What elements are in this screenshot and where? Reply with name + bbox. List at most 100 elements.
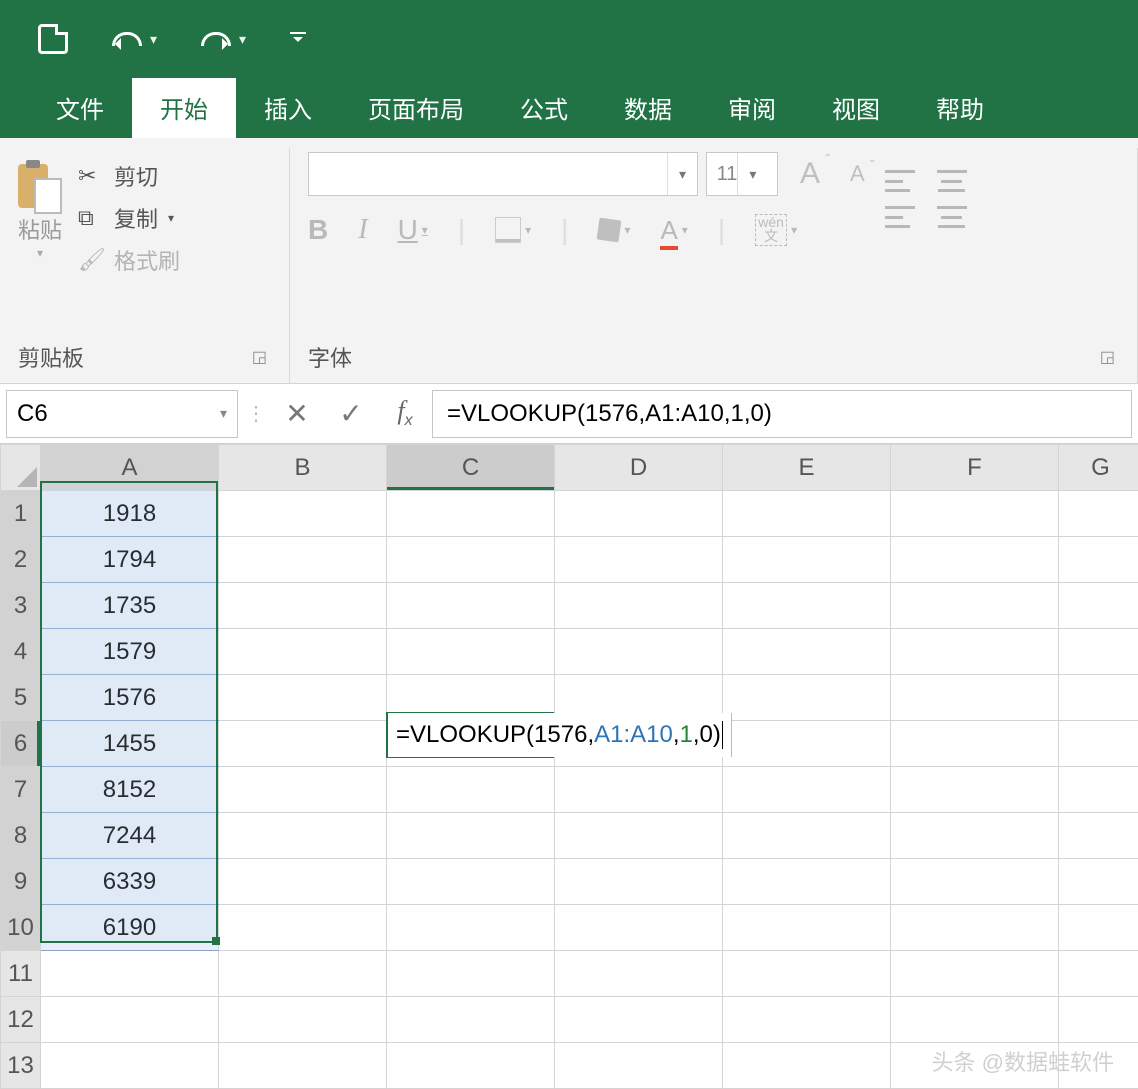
font-launcher-icon[interactable]: ◲ [1100,347,1119,367]
paste-button[interactable]: 粘贴 ▾ [18,152,68,333]
row-header[interactable]: 2 [1,537,41,583]
column-headers: A B C D E F G [1,445,1138,491]
cell-editor[interactable]: =VLOOKUP(1576,A1:A10,1,0) [388,713,732,757]
underline-button[interactable]: U▾ [398,214,428,246]
tab-page-layout[interactable]: 页面布局 [340,78,492,138]
paste-icon [18,158,62,214]
fill-color-button[interactable]: ▾ [598,219,630,241]
col-header-E[interactable]: E [723,445,891,491]
italic-button[interactable]: I [358,214,367,246]
edit-text: , [673,721,680,749]
formula-bar-grip[interactable]: ⋮ [242,401,270,426]
col-header-A[interactable]: A [41,445,219,491]
font-size-combo[interactable]: 11 ▾ [706,152,778,196]
cell[interactable]: 1579 [41,629,219,675]
row-header[interactable]: 11 [1,951,41,997]
tab-help[interactable]: 帮助 [908,78,1012,138]
increase-font-button[interactable]: A [800,157,820,191]
undo-button[interactable]: ▾ [112,31,157,48]
phonetic-button[interactable]: wén 文▾ [755,214,797,246]
row-header[interactable]: 5 [1,675,41,721]
row-header[interactable]: 7 [1,767,41,813]
select-all-corner[interactable] [1,445,41,491]
copy-dropdown-icon[interactable]: ▾ [168,211,174,225]
col-header-C[interactable]: C [387,445,555,491]
cell[interactable]: 8152 [41,767,219,813]
tab-review[interactable]: 审阅 [700,78,804,138]
scissors-icon: ✂ [78,163,104,189]
brush-icon: 🖌 [78,247,104,273]
row-header[interactable]: 1 [1,491,41,537]
col-header-F[interactable]: F [891,445,1059,491]
alignment-buttons [865,152,967,333]
row-header[interactable]: 3 [1,583,41,629]
align-left-button[interactable] [885,206,915,228]
col-header-D[interactable]: D [555,445,723,491]
save-button[interactable] [38,24,68,54]
font-name-combo[interactable]: ▾ [308,152,698,196]
row-header[interactable]: 13 [1,1043,41,1089]
decrease-font-button[interactable]: A [850,161,865,187]
formula-input[interactable]: =VLOOKUP(1576,A1:A10,1,0) [432,390,1132,438]
col-header-G[interactable]: G [1059,445,1138,491]
border-button[interactable]: ▾ [495,217,531,243]
align-middle-button[interactable] [937,170,967,192]
tab-data[interactable]: 数据 [596,78,700,138]
chevron-down-icon[interactable]: ▾ [737,153,767,195]
cut-label: 剪切 [114,160,158,192]
tab-view[interactable]: 视图 [804,78,908,138]
name-box-value: C6 [17,400,48,428]
align-center-button[interactable] [937,206,967,228]
copy-label: 复制 [114,202,158,234]
edit-ref: A1:A10 [594,721,673,749]
bold-button[interactable]: B [308,214,328,246]
group-clipboard-label: 剪贴板 [18,341,84,373]
chevron-down-icon[interactable]: ▾ [667,153,697,195]
cell[interactable]: 6190 [41,905,219,951]
copy-button[interactable]: ⧉ 复制 ▾ [78,202,180,234]
text-cursor [722,721,723,749]
paste-label: 粘贴 [18,218,62,244]
format-painter-button[interactable]: 🖌 格式刷 [78,244,180,276]
cell[interactable]: 1918 [41,491,219,537]
tab-insert[interactable]: 插入 [236,78,340,138]
insert-function-button[interactable]: fx [378,396,432,430]
cut-button[interactable]: ✂ 剪切 [78,160,180,192]
edit-arg: 1 [680,721,693,749]
ribbon: 粘贴 ▾ ✂ 剪切 ⧉ 复制 ▾ 🖌 格式刷 剪贴板 [0,138,1138,384]
row-header[interactable]: 10 [1,905,41,951]
row-header[interactable]: 12 [1,997,41,1043]
cell[interactable]: 1735 [41,583,219,629]
tab-file[interactable]: 文件 [28,78,132,138]
tab-formulas[interactable]: 公式 [492,78,596,138]
font-color-button[interactable]: A▾ [660,215,687,246]
accept-formula-button[interactable]: ✓ [324,397,378,430]
cell[interactable]: 1576 [41,675,219,721]
align-top-button[interactable] [885,170,915,192]
grid-body[interactable]: 11918 21794 31735 41579 51576 61455 7815… [1,491,1138,1089]
row-header[interactable]: 4 [1,629,41,675]
customize-qat-button[interactable] [290,32,306,47]
row-header[interactable]: 8 [1,813,41,859]
redo-button[interactable]: ▾ [201,31,246,48]
font-size-value: 11 [717,163,738,186]
cell[interactable]: 1455 [41,721,219,767]
cell[interactable]: 6339 [41,859,219,905]
formula-text: =VLOOKUP(1576,A1:A10,1,0) [447,400,772,428]
spreadsheet[interactable]: A B C D E F G 11918 21794 31735 41579 51… [0,444,1138,1089]
clipboard-launcher-icon[interactable]: ◲ [252,347,271,367]
quick-access-toolbar: ▾ ▾ [0,0,1138,78]
row-header[interactable]: 9 [1,859,41,905]
chevron-down-icon[interactable]: ▾ [220,405,227,422]
cell[interactable]: 7244 [41,813,219,859]
cancel-formula-button[interactable]: ✕ [270,397,324,430]
formula-bar: C6 ▾ ⋮ ✕ ✓ fx =VLOOKUP(1576,A1:A10,1,0) [0,384,1138,444]
ribbon-tabs: 文件 开始 插入 页面布局 公式 数据 审阅 视图 帮助 [0,78,1138,138]
col-header-B[interactable]: B [219,445,387,491]
paste-dropdown-icon[interactable]: ▾ [37,246,43,260]
cell[interactable]: 1794 [41,537,219,583]
border-icon [495,217,521,243]
row-header[interactable]: 6 [1,721,41,767]
name-box[interactable]: C6 ▾ [6,390,238,438]
tab-home[interactable]: 开始 [132,78,236,138]
